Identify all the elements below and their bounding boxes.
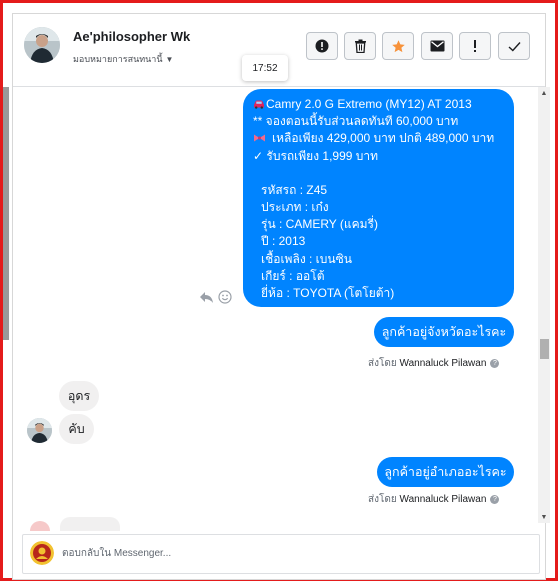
scrollbar-thumb[interactable] [540, 339, 549, 359]
sent-by-label: ส่งโดย Wannaluck Pilawan? [368, 492, 500, 507]
follow-up-button[interactable] [382, 32, 414, 60]
sender-name[interactable]: Wannaluck Pilawan [400, 358, 487, 369]
mark-important-button[interactable] [459, 32, 491, 60]
incoming-message-bubble[interactable]: คับ [59, 414, 94, 444]
contact-avatar[interactable] [24, 27, 60, 63]
listing-title-line: Camry 2.0 G Extremo (MY12) AT 2013 [253, 96, 506, 113]
listing-price: เหลือเพียง 429,000 บาท ปกติ 489,000 บาท [272, 131, 495, 146]
listing-spec-code: รหัสรถ : Z45 [261, 182, 328, 197]
check-icon [508, 41, 521, 51]
scroll-up-arrow-icon[interactable]: ▲ [538, 87, 550, 99]
message-actions [197, 289, 237, 307]
ribbon-emoji-icon [254, 134, 265, 142]
composer-toolbar [403, 568, 533, 574]
incoming-message-bubble[interactable]: อุดร [59, 381, 99, 411]
mark-unread-button[interactable] [421, 32, 453, 60]
mark-spam-button[interactable] [306, 32, 338, 60]
timestamp-tooltip: 17:52 [242, 55, 288, 81]
thread-scrollbar[interactable]: ▲ ▼ [538, 87, 550, 523]
delete-button[interactable] [344, 32, 376, 60]
district-question-bubble[interactable]: ลูกค้าอยู่อำเภออะไรคะ [377, 457, 514, 487]
alert-circle-icon [315, 39, 329, 53]
left-panel-scrollbar[interactable] [3, 87, 9, 340]
trash-icon [354, 39, 366, 53]
sent-by-label: ส่งโดย Wannaluck Pilawan? [368, 356, 500, 371]
emoji-reaction-icon[interactable] [218, 290, 232, 304]
listing-title: Camry 2.0 G Extremo (MY12) AT 2013 [266, 97, 472, 111]
sent-by-prefix: ส่งโดย [368, 358, 397, 369]
sender-name[interactable]: Wannaluck Pilawan [400, 494, 487, 505]
listing-spec-fuel: เชื้อเพลิง : เบนซิน [261, 251, 352, 266]
star-icon [391, 39, 405, 52]
listing-spec-type: ประเภท : เก๋ง [261, 200, 329, 215]
sent-by-prefix: ส่งโดย [368, 494, 397, 505]
listing-spec-model: รุ่น : CAMERY (แคมรี่) [261, 217, 378, 232]
listing-price-line: เหลือเพียง 429,000 บาท ปกติ 489,000 บาท [253, 130, 506, 147]
contact-avatar-small[interactable] [27, 418, 52, 443]
info-icon[interactable]: ? [490, 495, 500, 504]
mark-done-button[interactable] [498, 32, 530, 60]
contact-name: Ae'philosopher Wk [73, 29, 191, 44]
envelope-icon [430, 40, 444, 52]
province-question-bubble[interactable]: ลูกค้าอยู่จังหวัดอะไรคะ [374, 317, 514, 347]
assign-label: มอบหมายการสนทนานี้ [73, 54, 163, 64]
message-composer [22, 534, 540, 574]
chevron-down-icon: ▼ [165, 55, 174, 64]
reply-input[interactable] [62, 545, 362, 561]
scroll-down-arrow-icon[interactable]: ▼ [538, 511, 550, 523]
listing-spec-year: ปี : 2013 [261, 234, 306, 249]
assign-conversation-dropdown[interactable]: มอบหมายการสนทนานี้ ▼ [73, 52, 173, 66]
listing-spec-gear: เกียร์ : ออโต้ [261, 268, 325, 283]
listing-spacer [253, 165, 506, 182]
reply-icon[interactable] [199, 291, 214, 304]
listing-spec-brand: ยี่ห้อ : TOYOTA (โตโยต้า) [261, 286, 395, 301]
incoming-message-bubble-partial [60, 517, 120, 531]
listing-discount-line: ** จองตอนนี้รับส่วนลดทันที 60,000 บาท [253, 114, 459, 129]
listing-down-payment: ✓ รับรถเพียง 1,999 บาท [253, 148, 379, 163]
listing-message-bubble[interactable]: Camry 2.0 G Extremo (MY12) AT 2013 ** จอ… [243, 89, 514, 307]
car-emoji-icon [254, 100, 264, 109]
info-icon[interactable]: ? [490, 359, 500, 368]
exclamation-icon [474, 40, 476, 52]
page-avatar [30, 541, 54, 565]
